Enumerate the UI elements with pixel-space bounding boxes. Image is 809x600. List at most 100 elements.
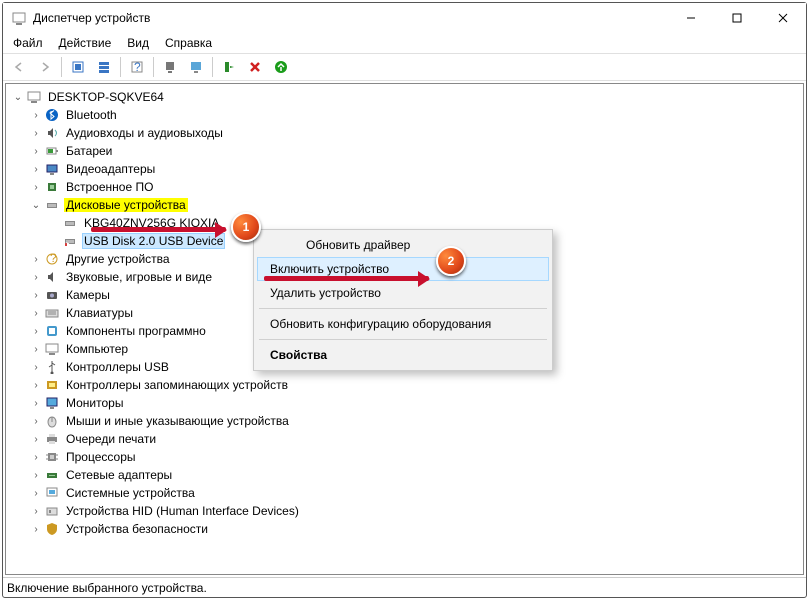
expand-icon[interactable]: › <box>28 449 44 465</box>
disk-icon <box>62 233 78 249</box>
app-icon <box>11 10 27 26</box>
menu-file[interactable]: Файл <box>7 34 49 52</box>
processor-icon <box>44 449 60 465</box>
annotation-badge-2: 2 <box>436 246 466 276</box>
window-title: Диспетчер устройств <box>33 11 150 25</box>
collapse-icon[interactable]: ⌄ <box>28 197 44 213</box>
mouse-icon <box>44 413 60 429</box>
toolbar-button[interactable] <box>66 55 90 79</box>
tree-node[interactable]: ›Встроенное ПО <box>10 178 803 196</box>
network-icon <box>44 467 60 483</box>
expand-icon[interactable]: › <box>28 323 44 339</box>
expand-icon[interactable]: › <box>28 305 44 321</box>
svg-text:?: ? <box>50 252 57 265</box>
status-text: Включение выбранного устройства. <box>7 581 207 595</box>
expand-icon[interactable]: › <box>28 161 44 177</box>
expand-icon[interactable]: › <box>28 269 44 285</box>
toolbar-button[interactable] <box>92 55 116 79</box>
hid-icon <box>44 503 60 519</box>
ctx-uninstall-device[interactable]: Удалить устройство <box>257 281 549 305</box>
camera-icon <box>44 287 60 303</box>
expand-icon[interactable]: › <box>28 413 44 429</box>
back-button[interactable] <box>7 55 31 79</box>
audio-icon <box>44 125 60 141</box>
tree-node[interactable]: ›Сетевые адаптеры <box>10 466 803 484</box>
tree-node[interactable]: ›Мыши и иные указывающие устройства <box>10 412 803 430</box>
ctx-update-driver[interactable]: Обновить драйвер <box>257 233 549 257</box>
content-area: ⌄ DESKTOP-SQKVE64 ›Bluetooth ›Аудиовходы… <box>5 83 804 575</box>
selected-item: USB Disk 2.0 USB Device <box>82 233 225 249</box>
disk-icon <box>44 197 60 213</box>
expand-icon[interactable]: › <box>28 287 44 303</box>
tree-node[interactable]: ›Системные устройства <box>10 484 803 502</box>
tree-node[interactable]: ›Батареи <box>10 142 803 160</box>
highlighted-category: Дисковые устройства <box>64 198 188 212</box>
tree-node[interactable]: ›Очереди печати <box>10 430 803 448</box>
expand-icon[interactable]: › <box>28 467 44 483</box>
expand-icon[interactable]: › <box>28 179 44 195</box>
expand-icon[interactable]: › <box>28 359 44 375</box>
annotation-arrow <box>264 276 429 281</box>
title-bar[interactable]: Диспетчер устройств <box>3 3 806 33</box>
unknown-icon: ? <box>44 251 60 267</box>
tree-node[interactable]: ›Видеоадаптеры <box>10 160 803 178</box>
monitor-icon <box>44 395 60 411</box>
security-icon <box>44 521 60 537</box>
expand-icon[interactable]: › <box>28 251 44 267</box>
tree-node[interactable]: ›Аудиовходы и аудиовыходы <box>10 124 803 142</box>
expand-icon[interactable]: › <box>28 377 44 393</box>
expand-icon[interactable]: › <box>28 143 44 159</box>
maximize-button[interactable] <box>714 3 760 33</box>
display-adapter-icon <box>44 161 60 177</box>
tree-node[interactable]: ›Устройства HID (Human Interface Devices… <box>10 502 803 520</box>
toolbar-button[interactable] <box>217 55 241 79</box>
close-button[interactable] <box>760 3 806 33</box>
bluetooth-icon <box>44 107 60 123</box>
toolbar: ? <box>3 53 806 81</box>
annotation-badge-1: 1 <box>231 212 261 242</box>
menu-action[interactable]: Действие <box>53 34 118 52</box>
expand-icon[interactable]: › <box>28 395 44 411</box>
toolbar-button[interactable] <box>184 55 208 79</box>
minimize-button[interactable] <box>668 3 714 33</box>
expand-icon[interactable]: › <box>28 431 44 447</box>
tree-node-disks[interactable]: ⌄ Дисковые устройства <box>10 196 803 214</box>
tree-node[interactable]: ›Контроллеры запоминающих устройств <box>10 376 803 394</box>
svg-text:?: ? <box>134 60 141 74</box>
expand-icon[interactable]: › <box>28 125 44 141</box>
computer-icon <box>26 89 42 105</box>
forward-button[interactable] <box>33 55 57 79</box>
menu-view[interactable]: Вид <box>121 34 155 52</box>
battery-icon <box>44 143 60 159</box>
expand-icon[interactable]: › <box>28 503 44 519</box>
storage-controller-icon <box>44 377 60 393</box>
delete-button[interactable] <box>243 55 267 79</box>
tree-node[interactable]: ›Процессоры <box>10 448 803 466</box>
expand-icon[interactable]: › <box>28 107 44 123</box>
annotation-arrow <box>91 227 226 232</box>
menu-separator <box>259 308 547 309</box>
tree-node[interactable]: ›Мониторы <box>10 394 803 412</box>
enable-button[interactable] <box>269 55 293 79</box>
device-manager-window: Диспетчер устройств Файл Действие Вид Сп… <box>2 2 807 598</box>
keyboard-icon <box>44 305 60 321</box>
ctx-properties[interactable]: Свойства <box>257 343 549 367</box>
expand-icon[interactable]: › <box>28 521 44 537</box>
expand-icon[interactable]: › <box>28 341 44 357</box>
tree-node[interactable]: ›Устройства безопасности <box>10 520 803 538</box>
help-button[interactable]: ? <box>125 55 149 79</box>
status-bar: Включение выбранного устройства. <box>3 577 806 597</box>
menu-bar: Файл Действие Вид Справка <box>3 33 806 53</box>
tree-root[interactable]: ⌄ DESKTOP-SQKVE64 <box>10 88 803 106</box>
toolbar-button[interactable] <box>158 55 182 79</box>
disk-icon <box>62 215 78 231</box>
sound-icon <box>44 269 60 285</box>
ctx-scan-hardware[interactable]: Обновить конфигурацию оборудования <box>257 312 549 336</box>
menu-help[interactable]: Справка <box>159 34 218 52</box>
system-icon <box>44 485 60 501</box>
tree-node[interactable]: ›Bluetooth <box>10 106 803 124</box>
collapse-icon[interactable]: ⌄ <box>10 89 26 105</box>
expand-icon[interactable]: › <box>28 485 44 501</box>
software-icon <box>44 323 60 339</box>
firmware-icon <box>44 179 60 195</box>
